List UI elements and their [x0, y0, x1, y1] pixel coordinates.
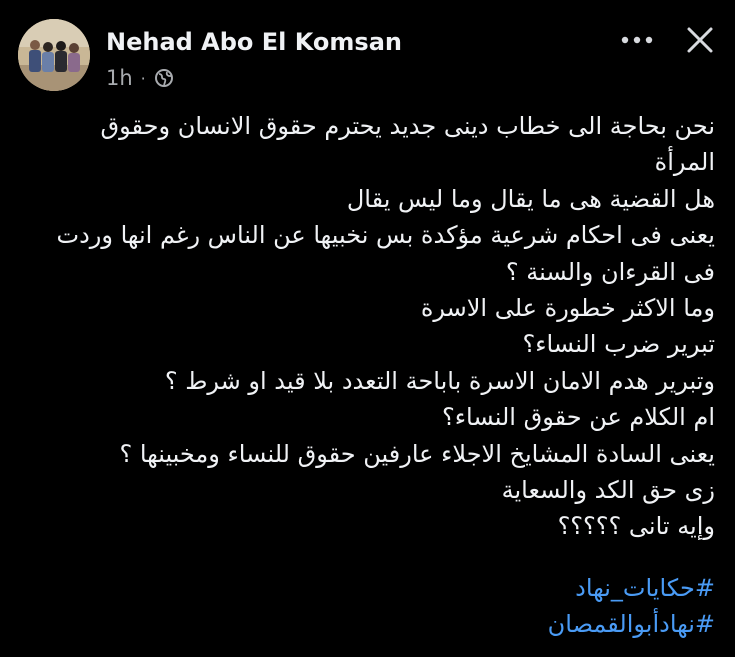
post-body-line: المرأة [654, 148, 715, 177]
avatar-photo-icon [18, 19, 90, 91]
post-body-line: وإيه تانى ؟؟؟؟؟ [557, 512, 715, 541]
post-body-line: يعنى السادة المشايخ الاجلاء عارفين حقوق … [119, 439, 715, 468]
hashtag-link[interactable]: #حكايات_نهاد [25, 570, 715, 606]
author-name[interactable]: Nehad Abo El Komsan [106, 28, 402, 56]
hashtag-link[interactable]: #نهادأبوالقمصان [25, 606, 715, 642]
post-body-line: نحن بحاجة الى خطاب دينى جديد يحترم حقوق … [100, 112, 715, 140]
post-body-line: هل القضية هى ما يقال وما ليس يقال [346, 184, 715, 213]
close-icon[interactable] [680, 20, 720, 60]
post-meta: 1h · [106, 64, 174, 92]
post-body-line: تبرير ضرب النساء؟ [522, 330, 715, 359]
post-body-line: فى القرءان والسنة ؟ [505, 257, 715, 286]
post-body-line: وما الاكثر خطورة على الاسرة [420, 294, 715, 323]
meta-separator: · [140, 68, 146, 88]
avatar[interactable] [18, 19, 90, 91]
more-options-icon[interactable] [617, 22, 657, 58]
post-body: نحن بحاجة الى خطاب دينى جديد يحترم حقوق … [25, 108, 716, 545]
post-body-line: زى حق الكد والسعاية [501, 476, 715, 505]
post-time[interactable]: 1h [106, 66, 133, 90]
post-body-line: وتبرير هدم الامان الاسرة باباحة التعدد ب… [164, 366, 715, 395]
globe-icon[interactable] [154, 68, 174, 88]
hashtag-list: #حكايات_نهاد #نهادأبوالقمصان [25, 570, 715, 642]
post-body-line: ام الكلام عن حقوق النساء؟ [441, 403, 715, 432]
facebook-post: Nehad Abo El Komsan 1h · نحن بحاجة الى خ… [0, 0, 735, 657]
post-body-line: يعنى فى احكام شرعية مؤكدة بس نخبيها عن ا… [56, 221, 716, 250]
